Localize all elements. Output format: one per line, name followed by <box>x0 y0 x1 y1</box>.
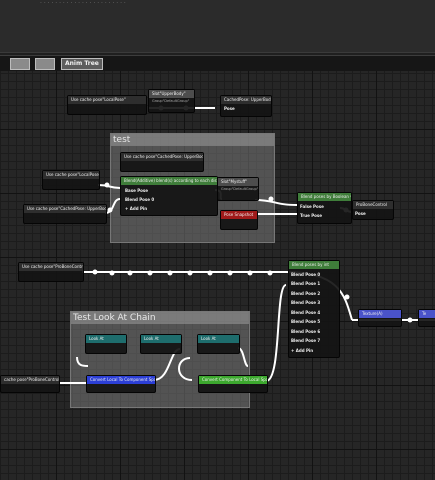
tab-event-graph[interactable] <box>10 58 30 70</box>
node-title: Look At <box>198 335 239 343</box>
node-use-cache-upperbody-2[interactable]: Use cache pose"CachedPose: UpperBody" <box>23 204 107 224</box>
tab-anim-tree[interactable]: Anim Tree <box>61 58 103 70</box>
pin-blend-pose-6[interactable]: Blend Pose 6 <box>291 329 320 334</box>
editor-toolbar: · · · · · · · · · · · · · · · · · · · · … <box>0 0 435 53</box>
node-title: Use cache pose"LocalPose" <box>43 171 99 179</box>
node-pose-snapshot[interactable]: Pose Snapshot <box>220 210 258 230</box>
node-title: Use cache pose"LocalPose" <box>68 96 146 104</box>
node-title: Use cache pose"CachedPose: UpperBody" <box>24 205 106 213</box>
node-use-cache-upperbody[interactable]: Use cache pose"CachedPose: UpperBody" <box>120 152 204 172</box>
pin-blend-pose-3[interactable]: Blend Pose 3 <box>291 300 320 305</box>
node-slot-upperbody[interactable]: Slot"UpperBody" Group"DefaultGroup" <box>148 89 195 113</box>
node-title: Slot"Mystuff" <box>218 178 258 186</box>
node-title: Look At <box>141 335 181 343</box>
tab-anim-graph[interactable] <box>35 58 55 70</box>
pin-true-pose[interactable]: True Pose <box>300 213 322 218</box>
graph-tab-bar: Anim Tree <box>0 55 435 72</box>
node-convert-component-to-local[interactable]: Convert Component To Local Space <box>198 375 268 393</box>
pin-false-pose[interactable]: False Pose <box>300 204 324 209</box>
pin-pose[interactable]: Pose <box>355 211 366 216</box>
node-use-cache-localpose-2[interactable]: Use cache pose"LocalPose" <box>42 170 100 190</box>
node-subtitle: Group"DefaultGroup" <box>152 99 190 103</box>
node-title: Slot"UpperBody" <box>149 90 194 98</box>
node-probonecontrol[interactable]: ProBoneControl Pose <box>352 200 394 220</box>
node-offscreen[interactable]: Te <box>418 309 435 327</box>
node-look-at-1[interactable]: Look At <box>85 334 127 354</box>
pin-pose[interactable]: Pose <box>224 106 235 111</box>
node-use-cache-localpose[interactable]: Use cache pose"LocalPose" <box>67 95 147 115</box>
toolbar-text: · · · · · · · · · · · · · · · · · · · · … <box>40 0 126 6</box>
node-title: Blend poses by int <box>289 261 339 269</box>
node-title: CachedPose: UpperBody <box>221 96 271 104</box>
node-slot-mystuff[interactable]: Slot"Mystuff" Group"DefaultGroup" <box>217 177 259 201</box>
add-pin-button[interactable]: + Add Pin <box>291 348 313 353</box>
node-title: Use cache pose"ProBoneControl" <box>19 263 83 271</box>
pin-base-pose[interactable]: Base Pose <box>125 188 148 193</box>
pin-blend-pose-0[interactable]: Blend Pose 0 <box>125 197 154 202</box>
pin-blend-pose-4[interactable]: Blend Pose 4 <box>291 310 320 315</box>
node-title: Blend(Additive) blend(s) according to ea… <box>121 177 217 185</box>
node-subtitle: Group"DefaultGroup" <box>221 187 259 191</box>
node-use-cache-probonecontrol[interactable]: Use cache pose"ProBoneControl" <box>18 262 84 282</box>
add-pin-button[interactable]: + Add Pin <box>125 206 147 211</box>
comment-title: Test Look At Chain <box>71 312 249 324</box>
node-blend-by-int[interactable]: Blend poses by int Blend Pose 0 Blend Po… <box>288 260 340 358</box>
pin-blend-pose-5[interactable]: Blend Pose 5 <box>291 319 320 324</box>
node-title: Convert Local To Component Space <box>87 376 155 384</box>
pin-blend-pose-7[interactable]: Blend Pose 7 <box>291 338 320 343</box>
node-use-cache-probonecontrol-2[interactable]: cache pose"ProBoneControl" <box>0 375 60 393</box>
node-texture[interactable]: Texture(A) <box>358 309 402 327</box>
comment-box-look-at-chain[interactable]: Test Look At Chain <box>70 311 250 408</box>
node-title: Pose Snapshot <box>221 211 257 219</box>
node-look-at-2[interactable]: Look At <box>140 334 182 354</box>
node-title: Use cache pose"CachedPose: UpperBody" <box>121 153 203 161</box>
node-blend-additive[interactable]: Blend(Additive) blend(s) according to ea… <box>120 176 218 216</box>
node-title: ProBoneControl <box>353 201 393 209</box>
node-title: cache pose"ProBoneControl" <box>1 376 59 384</box>
node-title: Convert Component To Local Space <box>199 376 267 384</box>
node-convert-local-to-component[interactable]: Convert Local To Component Space <box>86 375 156 393</box>
node-blend-by-bool[interactable]: Blend poses by Boolean value False Pose … <box>297 192 352 224</box>
pin-blend-pose-1[interactable]: Blend Pose 1 <box>291 281 320 286</box>
node-cachedpose-upperbody[interactable]: CachedPose: UpperBody Pose <box>220 95 272 117</box>
node-title: Te <box>419 310 435 318</box>
comment-title: test <box>111 134 274 146</box>
pin-blend-pose-0[interactable]: Blend Pose 0 <box>291 272 320 277</box>
node-title: Blend poses by Boolean value <box>298 193 351 201</box>
pin-blend-pose-2[interactable]: Blend Pose 2 <box>291 291 320 296</box>
node-title: Look At <box>86 335 126 343</box>
node-title: Texture(A) <box>359 310 401 318</box>
node-look-at-3[interactable]: Look At <box>197 334 240 354</box>
